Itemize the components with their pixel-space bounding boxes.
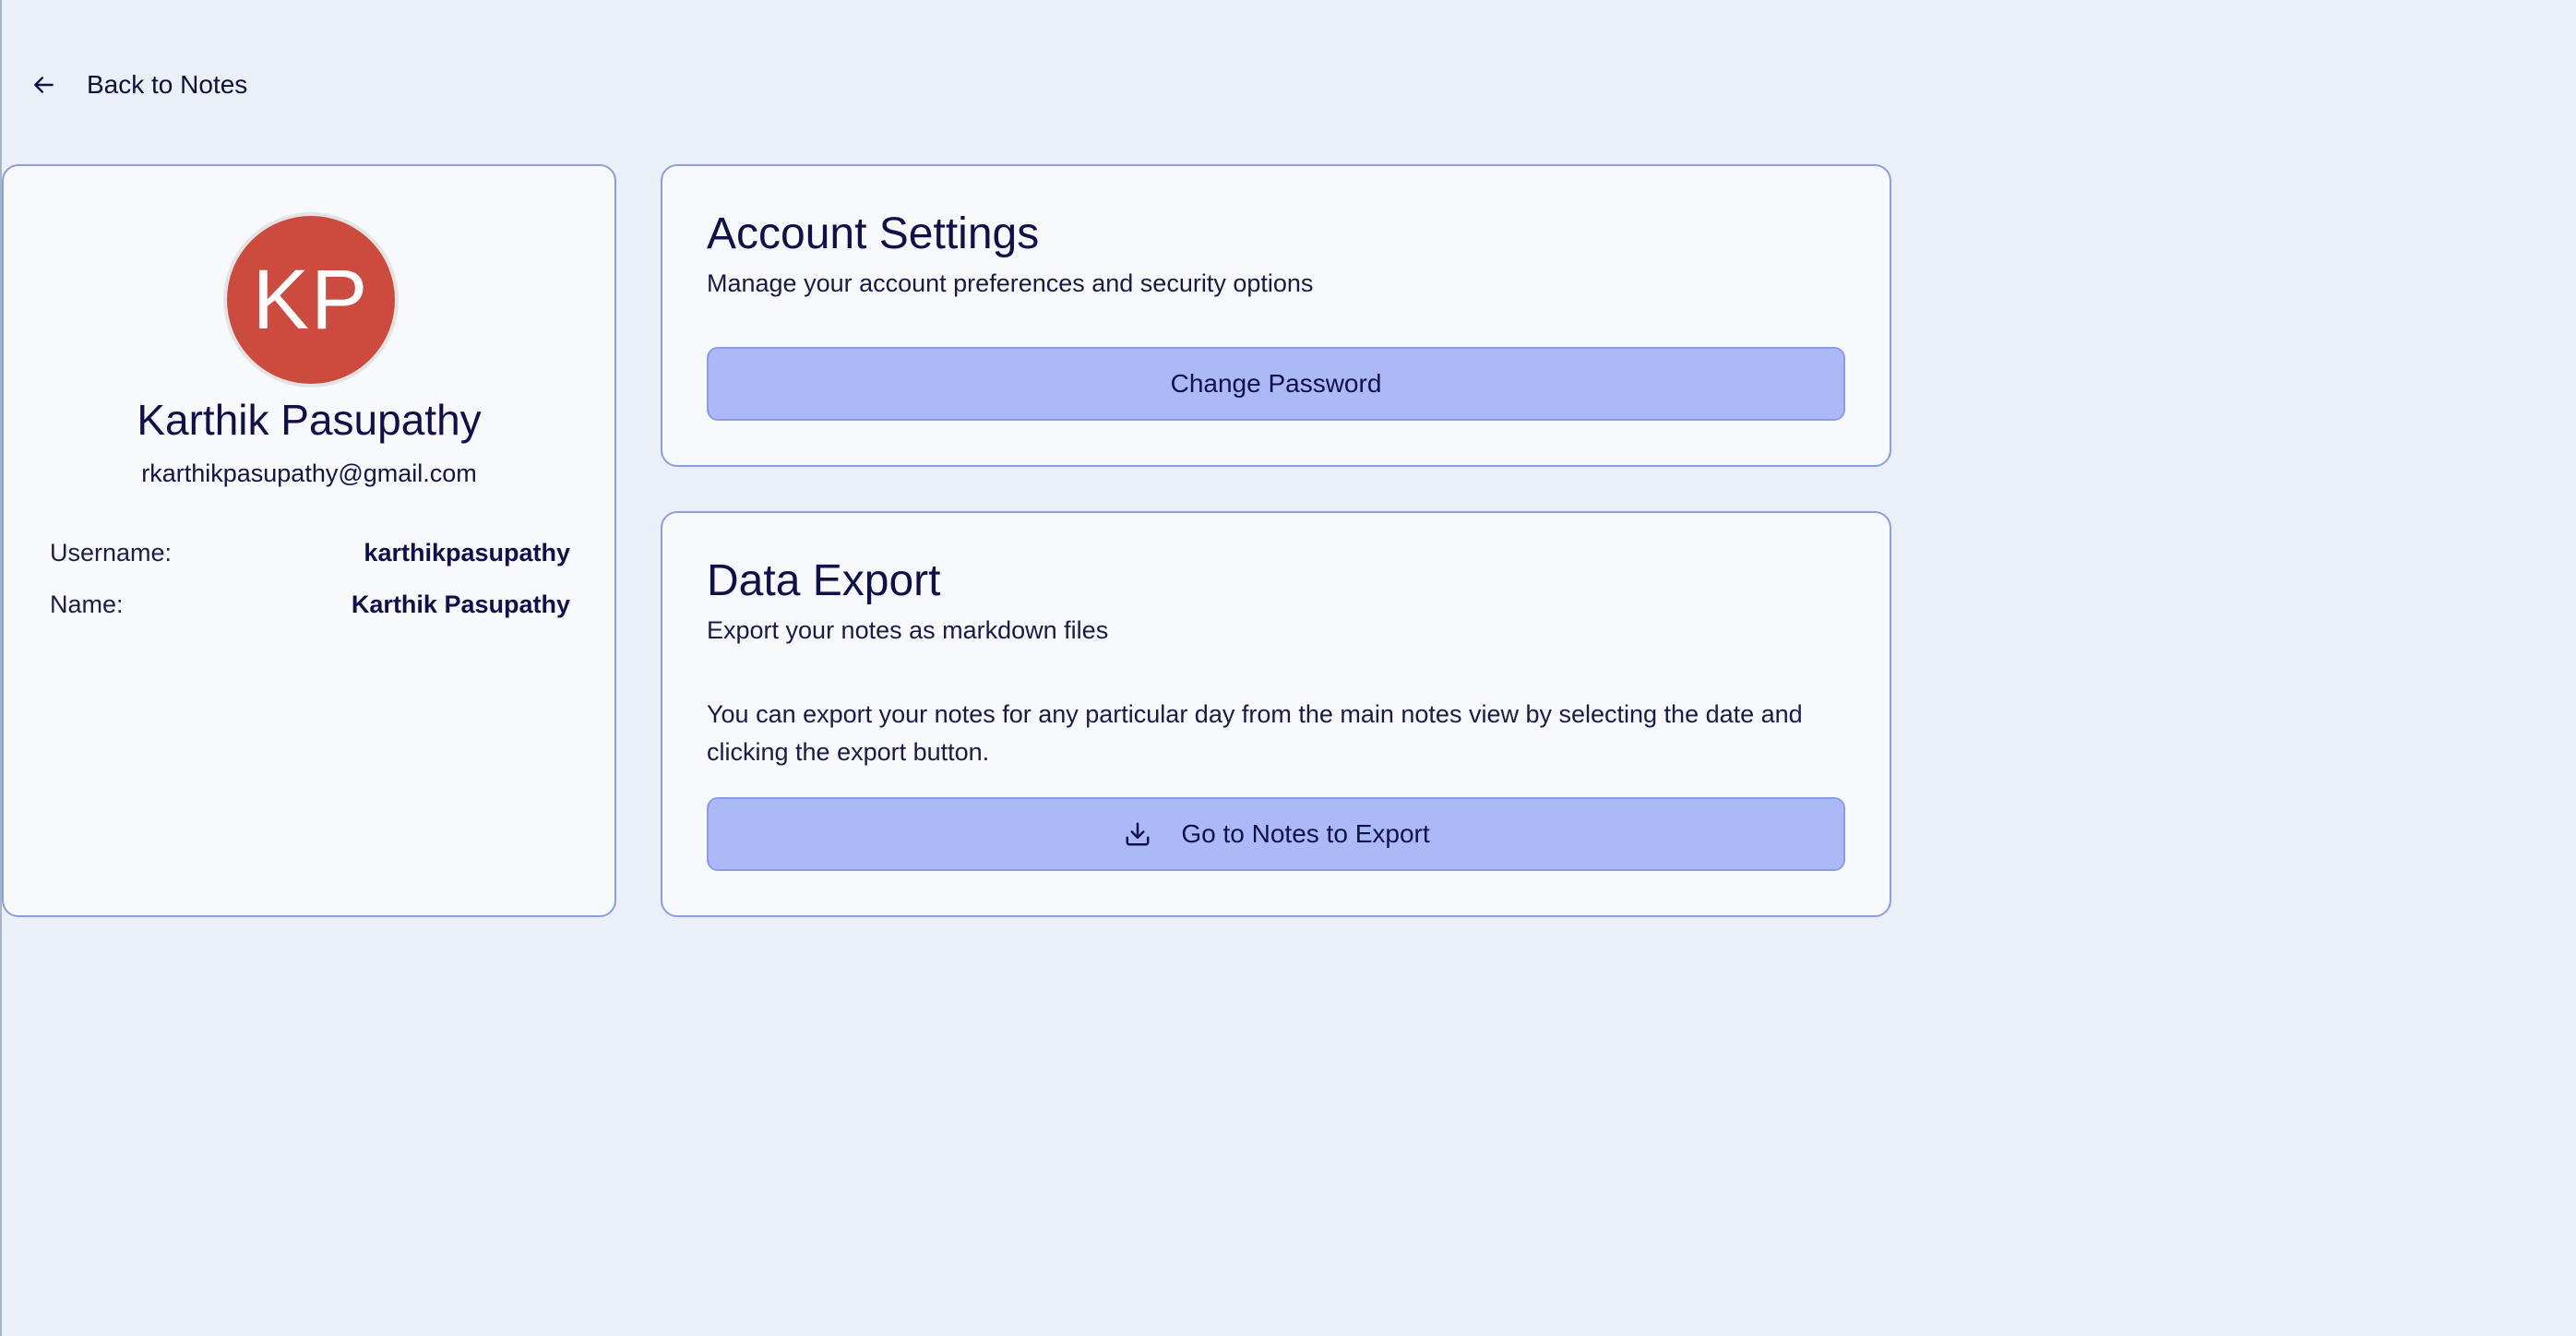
back-to-notes-link[interactable]: Back to Notes [30, 63, 247, 107]
profile-card: KP Karthik Pasupathy rkarthikpasupathy@g… [2, 164, 616, 917]
change-password-button[interactable]: Change Password [707, 347, 1845, 421]
go-to-notes-export-button[interactable]: Go to Notes to Export [707, 797, 1845, 871]
arrow-left-icon [30, 70, 59, 100]
download-icon [1122, 818, 1153, 850]
avatar: KP [223, 212, 399, 388]
username-label: Username: [50, 539, 173, 567]
data-export-title: Data Export [707, 556, 941, 605]
name-value: Karthik Pasupathy [351, 590, 570, 618]
username-row: Username: karthikpasupathy [50, 539, 570, 567]
username-value: karthikpasupathy [364, 539, 570, 567]
profile-email: rkarthikpasupathy@gmail.com [141, 459, 477, 487]
name-row: Name: Karthik Pasupathy [50, 590, 570, 619]
data-export-description: You can export your notes for any partic… [707, 700, 1803, 766]
go-to-notes-export-label: Go to Notes to Export [1181, 819, 1430, 848]
account-settings-title: Account Settings [707, 209, 1040, 258]
account-settings-card: Account Settings Manage your account pre… [661, 164, 1891, 467]
account-settings-subtitle: Manage your account preferences and secu… [707, 269, 1314, 297]
profile-name: Karthik Pasupathy [137, 396, 482, 444]
change-password-label: Change Password [1170, 369, 1382, 398]
data-export-subtitle: Export your notes as markdown files [707, 616, 1109, 644]
name-label: Name: [50, 590, 124, 618]
data-export-card: Data Export Export your notes as markdow… [661, 511, 1891, 917]
back-to-notes-label: Back to Notes [87, 70, 248, 99]
